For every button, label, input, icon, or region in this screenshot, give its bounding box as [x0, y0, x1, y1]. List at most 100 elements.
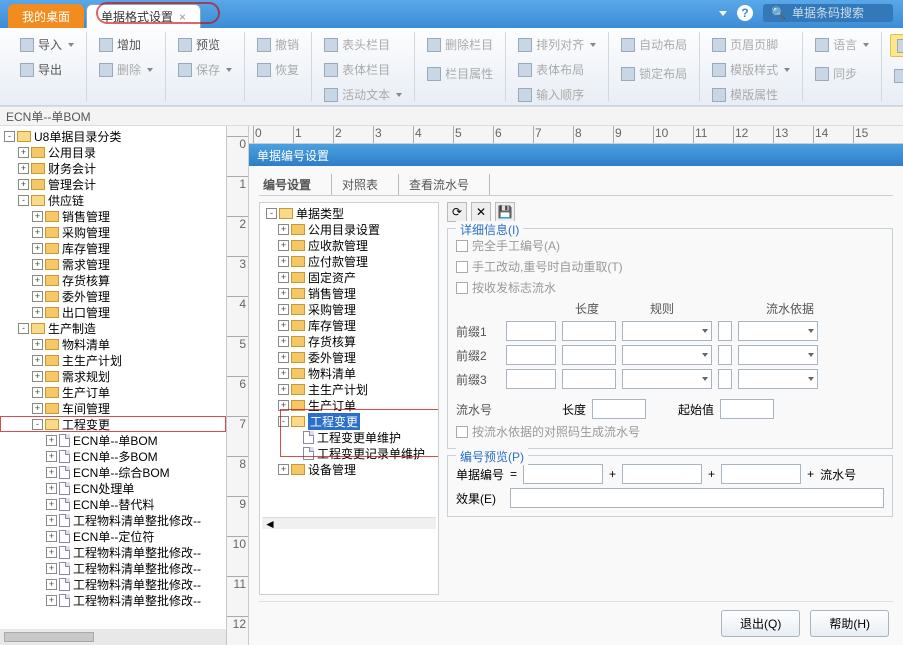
exit-button[interactable]: 退出(Q) [721, 610, 800, 637]
expand-icon[interactable]: + [32, 291, 43, 302]
close-icon[interactable]: × [179, 10, 186, 24]
save-icon[interactable]: 💾 [495, 202, 515, 222]
tree-row[interactable]: +销售管理 [0, 208, 226, 224]
dialog-tree-panel[interactable]: -单据类型+公用目录设置+应收款管理+应付款管理+固定资产+销售管理+采购管理+… [259, 202, 439, 595]
tree-row[interactable]: +固定资产 [262, 269, 436, 285]
prefix3-basis[interactable] [738, 369, 818, 389]
chk-by-flag[interactable]: 按收发标志流水 [456, 277, 884, 298]
tree-row[interactable]: +ECN处理单 [0, 480, 226, 496]
prefix2-chk[interactable] [718, 345, 732, 365]
expand-icon[interactable]: + [278, 224, 289, 235]
expand-icon[interactable]: + [32, 371, 43, 382]
prefix3-len[interactable] [562, 369, 616, 389]
show-toc-button[interactable]: 显示目录 [890, 34, 903, 57]
dialog-tab-number[interactable]: 编号设置 [259, 174, 315, 195]
expand-icon[interactable]: + [278, 464, 289, 475]
import-button[interactable]: 导入 [16, 34, 78, 55]
tree-row[interactable]: +主生产计划 [262, 381, 436, 397]
tree-row[interactable]: +ECN单--替代料 [0, 496, 226, 512]
expand-icon[interactable]: - [32, 419, 43, 430]
expand-icon[interactable]: + [46, 579, 57, 590]
serial-len[interactable] [592, 399, 646, 419]
tree-row[interactable]: +ECN单--定位符 [0, 528, 226, 544]
delete-button[interactable]: 删除 [95, 59, 157, 80]
scrollbar-thumb[interactable] [4, 632, 94, 642]
tree-row[interactable]: +采购管理 [0, 224, 226, 240]
left-tree[interactable]: -U8单据目录分类+公用目录+财务会计+管理会计-供应链+销售管理+采购管理+库… [0, 126, 226, 629]
expand-icon[interactable]: + [32, 307, 43, 318]
lock-layout-button[interactable]: 锁定布局 [617, 63, 691, 84]
expand-icon[interactable]: + [18, 147, 29, 158]
tree-row[interactable]: +库存管理 [0, 240, 226, 256]
col-prop-button[interactable]: 栏目属性 [423, 63, 497, 84]
search-box[interactable]: 🔍 [763, 4, 893, 22]
tree-row[interactable]: +设备管理 [262, 461, 436, 477]
expand-icon[interactable]: + [278, 240, 289, 251]
expand-icon[interactable]: - [266, 208, 277, 219]
tree-row[interactable]: +工程物料清单整批修改-- [0, 576, 226, 592]
tpl-style-button[interactable]: 模版样式 [708, 59, 794, 80]
prefix2-len[interactable] [562, 345, 616, 365]
tree-row[interactable]: +应收款管理 [262, 237, 436, 253]
expand-icon[interactable]: + [18, 163, 29, 174]
prefix3-rule[interactable] [622, 369, 712, 389]
expand-icon[interactable]: + [46, 435, 57, 446]
active-text-button[interactable]: 活动文本 [320, 84, 406, 105]
expand-icon[interactable]: + [278, 384, 289, 395]
expand-icon[interactable]: + [32, 211, 43, 222]
tree-row[interactable]: +出口管理 [0, 304, 226, 320]
expand-icon[interactable]: + [46, 467, 57, 478]
tree-row[interactable]: +公用目录设置 [262, 221, 436, 237]
tree-row[interactable]: -单据类型 [262, 205, 436, 221]
save-button[interactable]: 保存 [174, 59, 236, 80]
expand-icon[interactable]: + [278, 288, 289, 299]
tree-row[interactable]: +ECN单--综合BOM [0, 464, 226, 480]
expand-icon[interactable]: + [32, 387, 43, 398]
expand-icon[interactable]: + [32, 355, 43, 366]
prefix1-len[interactable] [562, 321, 616, 341]
prefix2-basis[interactable] [738, 345, 818, 365]
tab-config[interactable]: 单据格式设置 × [86, 4, 201, 28]
header-footer-button[interactable]: 页眉页脚 [708, 34, 794, 55]
tab-desktop[interactable]: 我的桌面 [8, 4, 84, 28]
chk-by-compare[interactable]: 按流水依据的对照码生成流水号 [456, 421, 884, 442]
tree-row[interactable]: +委外管理 [262, 349, 436, 365]
prefix2-value[interactable] [506, 345, 556, 365]
expand-icon[interactable]: + [32, 339, 43, 350]
tree-row[interactable]: -生产制造 [0, 320, 226, 336]
tree-row[interactable]: 工程变更单维护 [262, 429, 436, 445]
dropdown-icon[interactable] [719, 11, 727, 16]
expand-icon[interactable]: + [32, 403, 43, 414]
delete-icon[interactable]: ✕ [471, 202, 491, 222]
tree-row[interactable]: -U8单据目录分类 [0, 128, 226, 144]
expand-icon[interactable]: + [278, 400, 289, 411]
dlg-tree-hscroll[interactable]: ◄ [262, 517, 436, 529]
horizontal-scrollbar[interactable] [0, 629, 226, 645]
expand-icon[interactable]: + [278, 256, 289, 267]
expand-icon[interactable]: + [46, 547, 57, 558]
expand-icon[interactable]: + [278, 352, 289, 363]
expand-icon[interactable]: + [32, 243, 43, 254]
expand-icon[interactable]: - [18, 195, 29, 206]
search-input[interactable] [792, 6, 885, 20]
dialog-tab-serial[interactable]: 查看流水号 [398, 174, 473, 195]
help-icon[interactable]: ? [737, 5, 753, 21]
tree-row[interactable]: +工程物料清单整批修改-- [0, 560, 226, 576]
body-col-button[interactable]: 表体栏目 [320, 59, 406, 80]
tree-row[interactable]: -工程变更 [262, 413, 436, 429]
chk-auto-retake[interactable]: 手工改动,重号时自动重取(T) [456, 256, 884, 277]
expand-icon[interactable]: + [18, 179, 29, 190]
tree-row[interactable]: +存货核算 [0, 272, 226, 288]
lang-button[interactable]: 语言 [811, 34, 873, 55]
tree-row[interactable]: +存货核算 [262, 333, 436, 349]
tree-row[interactable]: +物料清单 [0, 336, 226, 352]
tree-row[interactable]: +委外管理 [0, 288, 226, 304]
tree-row[interactable]: +需求规划 [0, 368, 226, 384]
serial-start[interactable] [720, 399, 774, 419]
prefix2-rule[interactable] [622, 345, 712, 365]
expand-icon[interactable]: + [278, 272, 289, 283]
input-order-button[interactable]: 输入顺序 [514, 84, 600, 105]
tree-row[interactable]: +采购管理 [262, 301, 436, 317]
help-button[interactable]: 帮助(H) [810, 610, 889, 637]
tree-row[interactable]: +ECN单--单BOM [0, 432, 226, 448]
